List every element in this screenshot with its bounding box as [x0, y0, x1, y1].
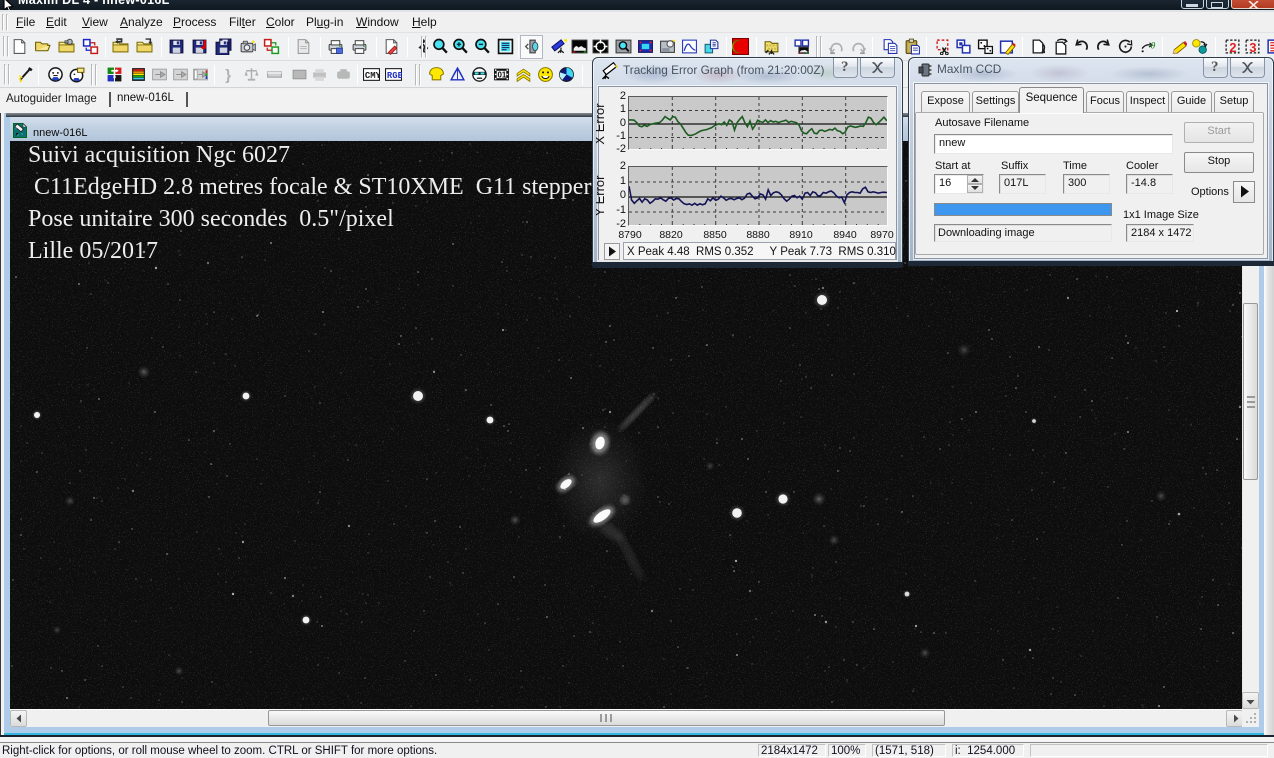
svg-text:X Error: X Error	[596, 103, 607, 145]
svg-text:2: 2	[1229, 40, 1236, 55]
svg-text:CMY: CMY	[365, 71, 380, 81]
svg-text:01: 01	[497, 70, 506, 79]
svg-text:}: }	[225, 68, 231, 83]
svg-text:RGB: RGB	[387, 71, 402, 81]
svg-text:Y Error: Y Error	[596, 175, 607, 217]
svg-text:θ: θ	[1151, 41, 1156, 52]
svg-text:3: 3	[1249, 40, 1256, 55]
